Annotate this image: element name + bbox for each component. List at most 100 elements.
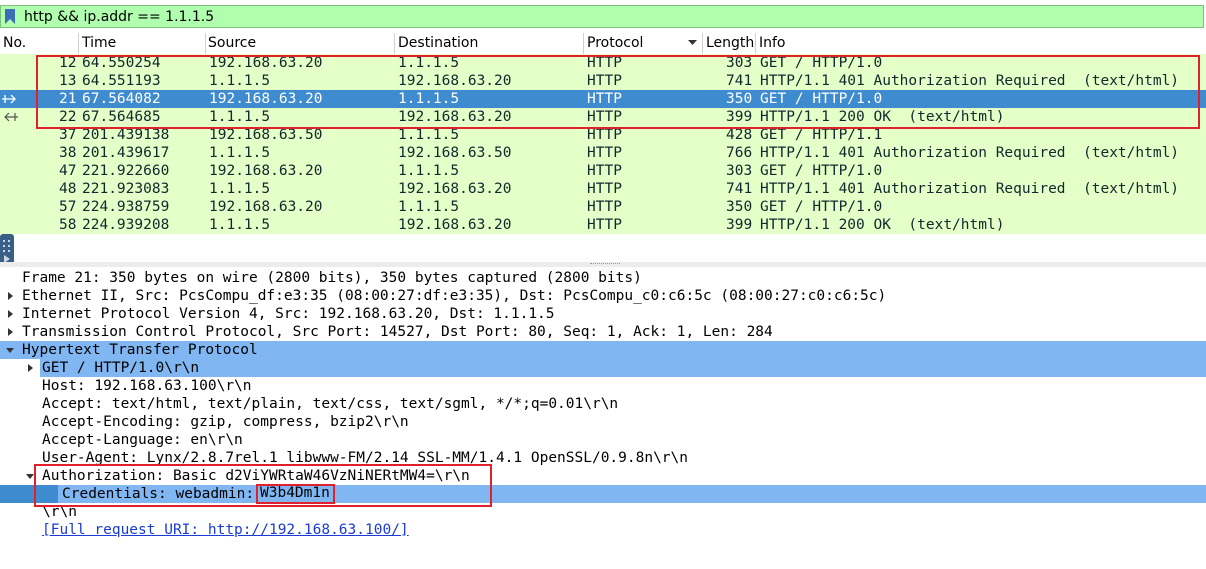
packet-protocol: HTTP bbox=[587, 199, 622, 215]
packet-length: 399 bbox=[726, 109, 753, 125]
packet-destination: 192.168.63.50 bbox=[398, 145, 512, 161]
packet-protocol: HTTP bbox=[587, 91, 622, 107]
packet-row[interactable]: 57 224.938759 192.168.63.20 1.1.1.5 HTTP… bbox=[0, 198, 1206, 216]
packet-source: 1.1.1.5 bbox=[209, 217, 271, 233]
packet-length: 741 bbox=[726, 73, 753, 89]
packet-info: HTTP/1.1 200 OK (text/html) bbox=[760, 109, 1005, 125]
expand-arrow-icon[interactable] bbox=[8, 328, 13, 336]
tree-item-ip[interactable]: Internet Protocol Version 4, Src: 192.16… bbox=[0, 305, 1206, 323]
packet-row-selected[interactable]: 21 67.564082 192.168.63.20 1.1.1.5 HTTP … bbox=[0, 90, 1206, 108]
frame-label: Frame 21: 350 bytes on wire (2800 bits),… bbox=[22, 270, 642, 286]
user-agent-label: User-Agent: Lynx/2.8.7rel.1 libwww-FM/2.… bbox=[42, 450, 689, 466]
tree-item-http[interactable]: Hypertext Transfer Protocol bbox=[0, 341, 1206, 359]
packet-protocol: HTTP bbox=[587, 109, 622, 125]
sort-arrow-icon bbox=[688, 40, 697, 45]
tree-item-ethernet[interactable]: Ethernet II, Src: PcsCompu_df:e3:35 (08:… bbox=[0, 287, 1206, 305]
column-time[interactable]: Time bbox=[82, 35, 116, 54]
column-source[interactable]: Source bbox=[208, 35, 256, 54]
request-arrow-icon bbox=[2, 94, 16, 104]
packet-length: 303 bbox=[726, 163, 753, 179]
packet-length: 766 bbox=[726, 145, 753, 161]
column-info[interactable]: Info bbox=[759, 35, 786, 54]
packet-destination: 1.1.1.5 bbox=[398, 127, 460, 143]
credentials-label: Credentials: webadmin: bbox=[62, 486, 255, 502]
column-length[interactable]: Length bbox=[706, 35, 754, 54]
tree-item-accept-encoding[interactable]: Accept-Encoding: gzip, compress, bzip2\r… bbox=[0, 413, 1206, 431]
accept-language-label: Accept-Language: en\r\n bbox=[42, 432, 243, 448]
packet-time: 224.938759 bbox=[82, 199, 170, 215]
packet-row[interactable]: 37 201.439138 192.168.63.50 1.1.1.5 HTTP… bbox=[0, 126, 1206, 144]
packet-row[interactable]: 12 64.550254 192.168.63.20 1.1.1.5 HTTP … bbox=[0, 54, 1206, 72]
column-destination[interactable]: Destination bbox=[398, 35, 478, 54]
packet-source: 1.1.1.5 bbox=[209, 109, 271, 125]
packet-source: 192.168.63.20 bbox=[209, 199, 323, 215]
packet-length: 350 bbox=[726, 199, 753, 215]
http-label: Hypertext Transfer Protocol bbox=[22, 342, 258, 358]
packet-info: GET / HTTP/1.0 bbox=[760, 199, 883, 215]
packet-list-header: No. Time Source Destination Protocol Len… bbox=[0, 33, 1206, 55]
ip-label: Internet Protocol Version 4, Src: 192.16… bbox=[22, 306, 555, 322]
packet-protocol: HTTP bbox=[587, 145, 622, 161]
tree-item-credentials[interactable]: Credentials: webadmin: bbox=[0, 485, 1206, 503]
filter-text[interactable]: http && ip.addr == 1.1.1.5 bbox=[24, 9, 214, 25]
tree-item-frame[interactable]: Frame 21: 350 bytes on wire (2800 bits),… bbox=[0, 269, 1206, 287]
expand-arrow-icon[interactable] bbox=[28, 364, 33, 372]
packet-no: 48 bbox=[59, 181, 77, 197]
packet-info: HTTP/1.1 401 Authorization Required (tex… bbox=[760, 145, 1180, 161]
display-filter-bar: http && ip.addr == 1.1.1.5 bbox=[0, 0, 1206, 33]
tree-item-user-agent[interactable]: User-Agent: Lynx/2.8.7rel.1 libwww-FM/2.… bbox=[0, 449, 1206, 467]
credentials-password: W3b4Dm1n bbox=[260, 485, 330, 501]
accept-encoding-label: Accept-Encoding: gzip, compress, bzip2\r… bbox=[42, 414, 409, 430]
packet-destination: 1.1.1.5 bbox=[398, 55, 460, 71]
packet-list-empty-area bbox=[0, 234, 1206, 264]
packet-info: GET / HTTP/1.0 bbox=[760, 55, 883, 71]
packet-destination: 1.1.1.5 bbox=[398, 163, 460, 179]
packet-protocol: HTTP bbox=[587, 73, 622, 89]
authorization-label: Authorization: Basic d2ViYWRtaW46VzNiNER… bbox=[42, 468, 470, 484]
packet-no: 13 bbox=[59, 73, 77, 89]
packet-row[interactable]: 58 224.939208 1.1.1.5 192.168.63.20 HTTP… bbox=[0, 216, 1206, 234]
packet-info: GET / HTTP/1.0 bbox=[760, 91, 883, 107]
column-protocol[interactable]: Protocol bbox=[587, 35, 643, 54]
packet-list: 12 64.550254 192.168.63.20 1.1.1.5 HTTP … bbox=[0, 54, 1206, 234]
packet-no: 57 bbox=[59, 199, 77, 215]
tree-item-accept-language[interactable]: Accept-Language: en\r\n bbox=[0, 431, 1206, 449]
packet-row[interactable]: 22 67.564685 1.1.1.5 192.168.63.20 HTTP … bbox=[0, 108, 1206, 126]
packet-no: 38 bbox=[59, 145, 77, 161]
packet-info: HTTP/1.1 401 Authorization Required (tex… bbox=[760, 181, 1180, 197]
tree-item-host[interactable]: Host: 192.168.63.100\r\n bbox=[0, 377, 1206, 395]
packet-time: 221.922660 bbox=[82, 163, 170, 179]
packet-source: 192.168.63.20 bbox=[209, 163, 323, 179]
packet-source: 192.168.63.20 bbox=[209, 91, 323, 107]
display-filter-input[interactable]: http && ip.addr == 1.1.1.5 bbox=[0, 5, 1204, 28]
tree-item-request-line[interactable]: GET / HTTP/1.0\r\n bbox=[0, 359, 1206, 377]
packet-protocol: HTTP bbox=[587, 55, 622, 71]
tree-item-authorization[interactable]: Authorization: Basic d2ViYWRtaW46VzNiNER… bbox=[0, 467, 1206, 485]
full-uri-link[interactable]: [Full request URI: http://192.168.63.100… bbox=[42, 521, 409, 539]
response-arrow-icon bbox=[4, 112, 18, 122]
bookmark-icon[interactable] bbox=[5, 9, 15, 24]
packet-row[interactable]: 47 221.922660 192.168.63.20 1.1.1.5 HTTP… bbox=[0, 162, 1206, 180]
packet-row[interactable]: 48 221.923083 1.1.1.5 192.168.63.20 HTTP… bbox=[0, 180, 1206, 198]
packet-destination: 1.1.1.5 bbox=[398, 91, 460, 107]
expand-arrow-icon[interactable] bbox=[8, 310, 13, 318]
expand-arrow-icon[interactable] bbox=[8, 292, 13, 300]
collapse-arrow-icon[interactable] bbox=[26, 474, 34, 479]
collapse-arrow-icon[interactable] bbox=[6, 348, 14, 353]
packet-length: 303 bbox=[726, 55, 753, 71]
tree-item-tcp[interactable]: Transmission Control Protocol, Src Port:… bbox=[0, 323, 1206, 341]
packet-time: 67.564082 bbox=[82, 91, 161, 107]
column-no[interactable]: No. bbox=[3, 35, 26, 54]
packet-source: 192.168.63.50 bbox=[209, 127, 323, 143]
packet-source: 1.1.1.5 bbox=[209, 181, 271, 197]
tree-item-full-uri[interactable]: [Full request URI: http://192.168.63.100… bbox=[0, 521, 1206, 539]
packet-info: HTTP/1.1 401 Authorization Required (tex… bbox=[760, 73, 1180, 89]
packet-row[interactable]: 13 64.551193 1.1.1.5 192.168.63.20 HTTP … bbox=[0, 72, 1206, 90]
packet-row[interactable]: 38 201.439617 1.1.1.5 192.168.63.50 HTTP… bbox=[0, 144, 1206, 162]
packet-protocol: HTTP bbox=[587, 181, 622, 197]
packet-time: 201.439617 bbox=[82, 145, 170, 161]
tree-item-crlf[interactable]: \r\n bbox=[0, 503, 1206, 521]
packet-time: 221.923083 bbox=[82, 181, 170, 197]
packet-info: GET / HTTP/1.1 bbox=[760, 127, 883, 143]
tree-item-accept[interactable]: Accept: text/html, text/plain, text/css,… bbox=[0, 395, 1206, 413]
